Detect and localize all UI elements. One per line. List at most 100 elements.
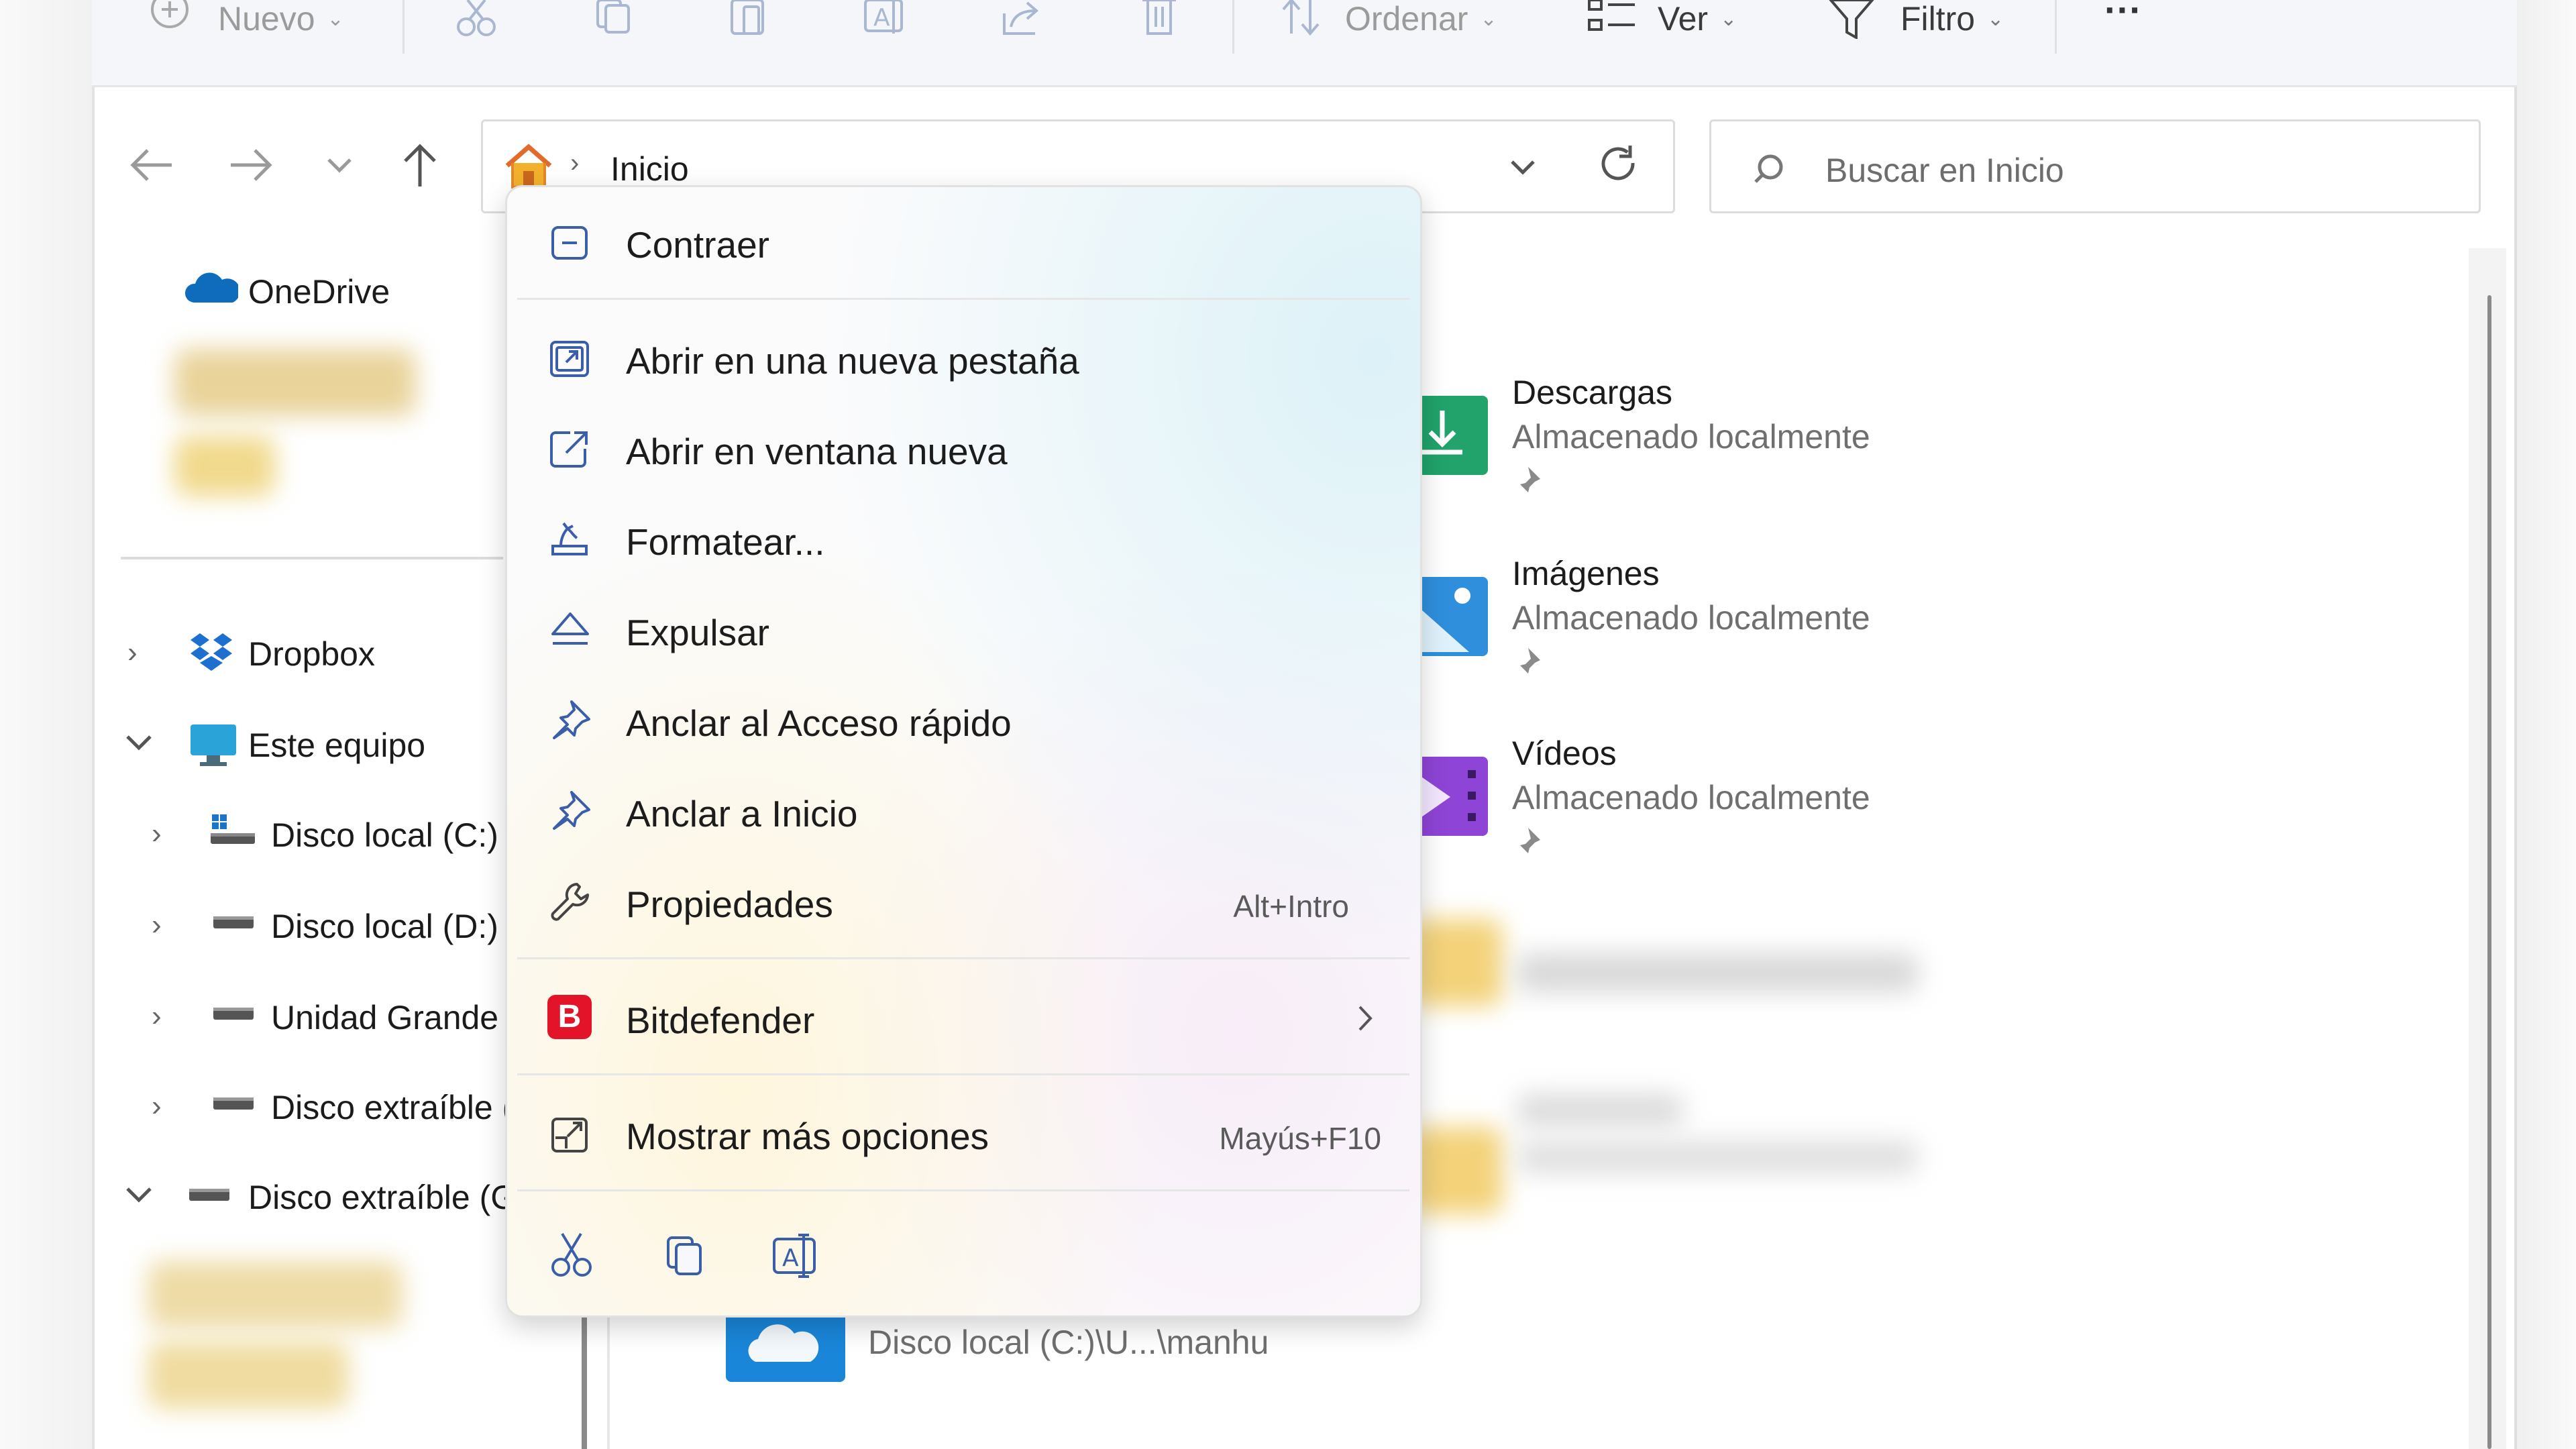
nav-drive-d[interactable]: Disco local (D:) xyxy=(271,907,498,946)
forward-arrow-icon[interactable] xyxy=(224,138,278,192)
wrench-icon xyxy=(551,883,589,921)
drive-icon xyxy=(213,916,254,928)
expand-chevron-icon[interactable]: › xyxy=(127,636,138,669)
blurred-folder xyxy=(174,349,416,416)
sort-button[interactable]: Ordenar ⌄ xyxy=(1279,0,1497,38)
nav-removable-drive-g[interactable]: Disco extraíble (G xyxy=(248,1178,517,1217)
collapse-icon xyxy=(551,226,588,260)
menu-item-collapse[interactable]: Contraer xyxy=(507,202,1424,282)
menu-item-open-new-tab[interactable]: Abrir en una nueva pestaña xyxy=(507,318,1424,398)
copy-icon[interactable] xyxy=(588,0,635,40)
item-pictures-status: Almacenado localmente xyxy=(1512,599,1870,637)
nav-pane-scrollbar[interactable] xyxy=(582,1315,587,1449)
sort-label: Ordenar xyxy=(1345,0,1468,38)
properties-shortcut: Alt+Intro xyxy=(1233,889,1349,924)
menu-item-eject[interactable]: Expulsar xyxy=(507,590,1424,670)
view-button[interactable]: Ver ⌄ xyxy=(1587,0,1737,38)
pin-icon xyxy=(1517,467,1540,495)
nav-this-pc[interactable]: Este equipo xyxy=(248,726,425,765)
menu-item-open-new-window[interactable]: Abrir en ventana nueva xyxy=(507,409,1424,489)
delete-icon[interactable] xyxy=(1136,0,1183,40)
recent-locations-chevron-icon[interactable] xyxy=(313,138,366,192)
refresh-icon[interactable] xyxy=(1595,143,1642,190)
cut-icon[interactable] xyxy=(453,0,500,40)
chevron-down-icon: ⌄ xyxy=(1720,7,1737,30)
up-arrow-icon[interactable] xyxy=(393,138,447,192)
windows-drive-icon xyxy=(211,814,255,844)
nav-drive-c[interactable]: Disco local (C:) xyxy=(271,816,498,855)
item-videos-name[interactable]: Vídeos xyxy=(1512,734,1617,773)
copy-icon[interactable] xyxy=(657,1228,711,1282)
computer-icon xyxy=(191,724,236,766)
sort-icon xyxy=(1282,0,1320,36)
menu-item-format[interactable]: Formatear... xyxy=(507,499,1424,580)
nav-onedrive[interactable]: OneDrive xyxy=(248,272,390,311)
filter-icon xyxy=(1829,0,1874,39)
item-pictures-name[interactable]: Imágenes xyxy=(1512,554,1660,593)
collapse-chevron-icon[interactable] xyxy=(122,1181,156,1208)
chevron-down-icon: ⌄ xyxy=(1987,7,2004,30)
menu-item-pin-quick-access[interactable]: Anclar al Acceso rápido xyxy=(507,680,1424,761)
filter-button[interactable]: Filtro ⌄ xyxy=(1828,0,2004,39)
eject-icon xyxy=(551,612,589,645)
drive-icon xyxy=(213,1008,254,1020)
submenu-chevron-icon xyxy=(1358,1006,1373,1031)
menu-item-bitdefender[interactable]: B Bitdefender xyxy=(507,977,1424,1058)
bitdefender-icon: B xyxy=(547,995,592,1039)
rename-icon[interactable]: A xyxy=(769,1228,822,1282)
divider xyxy=(2055,0,2057,54)
share-icon[interactable] xyxy=(998,0,1044,40)
back-arrow-icon[interactable] xyxy=(125,138,178,192)
paste-icon[interactable] xyxy=(725,0,772,40)
format-icon xyxy=(551,522,588,555)
chevron-down-icon: ⌄ xyxy=(327,7,344,30)
onedrive-location-path: Disco local (C:)\U...\manhu xyxy=(868,1324,1269,1361)
nav-divider xyxy=(121,557,503,559)
item-downloads-status: Almacenado localmente xyxy=(1512,418,1870,455)
search-placeholder: Buscar en Inicio xyxy=(1825,152,2064,189)
rename-icon[interactable]: A xyxy=(861,0,908,40)
menu-separator xyxy=(517,1189,1409,1191)
view-icon xyxy=(1588,0,1635,31)
onedrive-cloud-icon xyxy=(184,272,240,303)
menu-item-pin-start[interactable]: Anclar a Inicio xyxy=(507,771,1424,851)
blurred-folder xyxy=(174,436,275,496)
expand-chevron-icon[interactable]: › xyxy=(152,1089,162,1123)
expand-chevron-icon[interactable]: › xyxy=(152,908,162,942)
menu-separator xyxy=(517,957,1409,959)
removable-drive-icon xyxy=(189,1189,229,1201)
address-history-chevron-icon[interactable] xyxy=(1503,151,1543,184)
new-button[interactable]: Nuevo ⌄ xyxy=(151,0,344,38)
menu-item-show-more-options[interactable]: Mostrar más opciones Mayús+F10 xyxy=(507,1093,1424,1174)
new-tab-icon xyxy=(550,341,589,377)
cut-icon[interactable] xyxy=(545,1228,598,1282)
item-videos-status: Almacenado localmente xyxy=(1512,779,1870,816)
more-options-button[interactable]: ··· xyxy=(2104,0,2142,31)
desktop-left-edge xyxy=(0,0,92,1449)
collapse-chevron-icon[interactable] xyxy=(122,729,156,755)
blurred-text xyxy=(1516,1093,1684,1127)
blurred-text xyxy=(1516,1140,1919,1174)
more-options-icon xyxy=(551,1118,588,1152)
nav-dropbox[interactable]: Dropbox xyxy=(248,635,375,674)
pin-icon xyxy=(1517,828,1540,856)
pin-icon xyxy=(553,700,590,739)
filter-label: Filtro xyxy=(1900,0,1976,38)
menu-item-properties[interactable]: Propiedades Alt+Intro xyxy=(507,861,1424,942)
nav-removable-drive[interactable]: Disco extraíble ( xyxy=(271,1088,513,1127)
item-downloads-name[interactable]: Descargas xyxy=(1512,373,1672,412)
plus-circle-icon xyxy=(151,0,189,28)
menu-separator xyxy=(517,298,1409,300)
onedrive-row[interactable] xyxy=(184,265,258,319)
nav-large-drive[interactable]: Unidad Grande xyxy=(271,998,498,1037)
expand-chevron-icon[interactable]: › xyxy=(152,817,162,851)
pin-icon xyxy=(553,791,590,830)
content-scrollbar-thumb[interactable] xyxy=(2487,295,2491,1449)
expand-chevron-icon[interactable]: › xyxy=(152,1000,162,1033)
breadcrumb-separator-icon: › xyxy=(570,148,580,178)
new-window-icon xyxy=(550,431,588,468)
breadcrumb-location[interactable]: Inicio xyxy=(610,150,689,189)
blurred-folder xyxy=(148,1342,349,1409)
context-menu: Contraer Abrir en una nueva pestaña Abri… xyxy=(505,185,1422,1318)
search-box[interactable]: Buscar en Inicio xyxy=(1709,119,2481,213)
